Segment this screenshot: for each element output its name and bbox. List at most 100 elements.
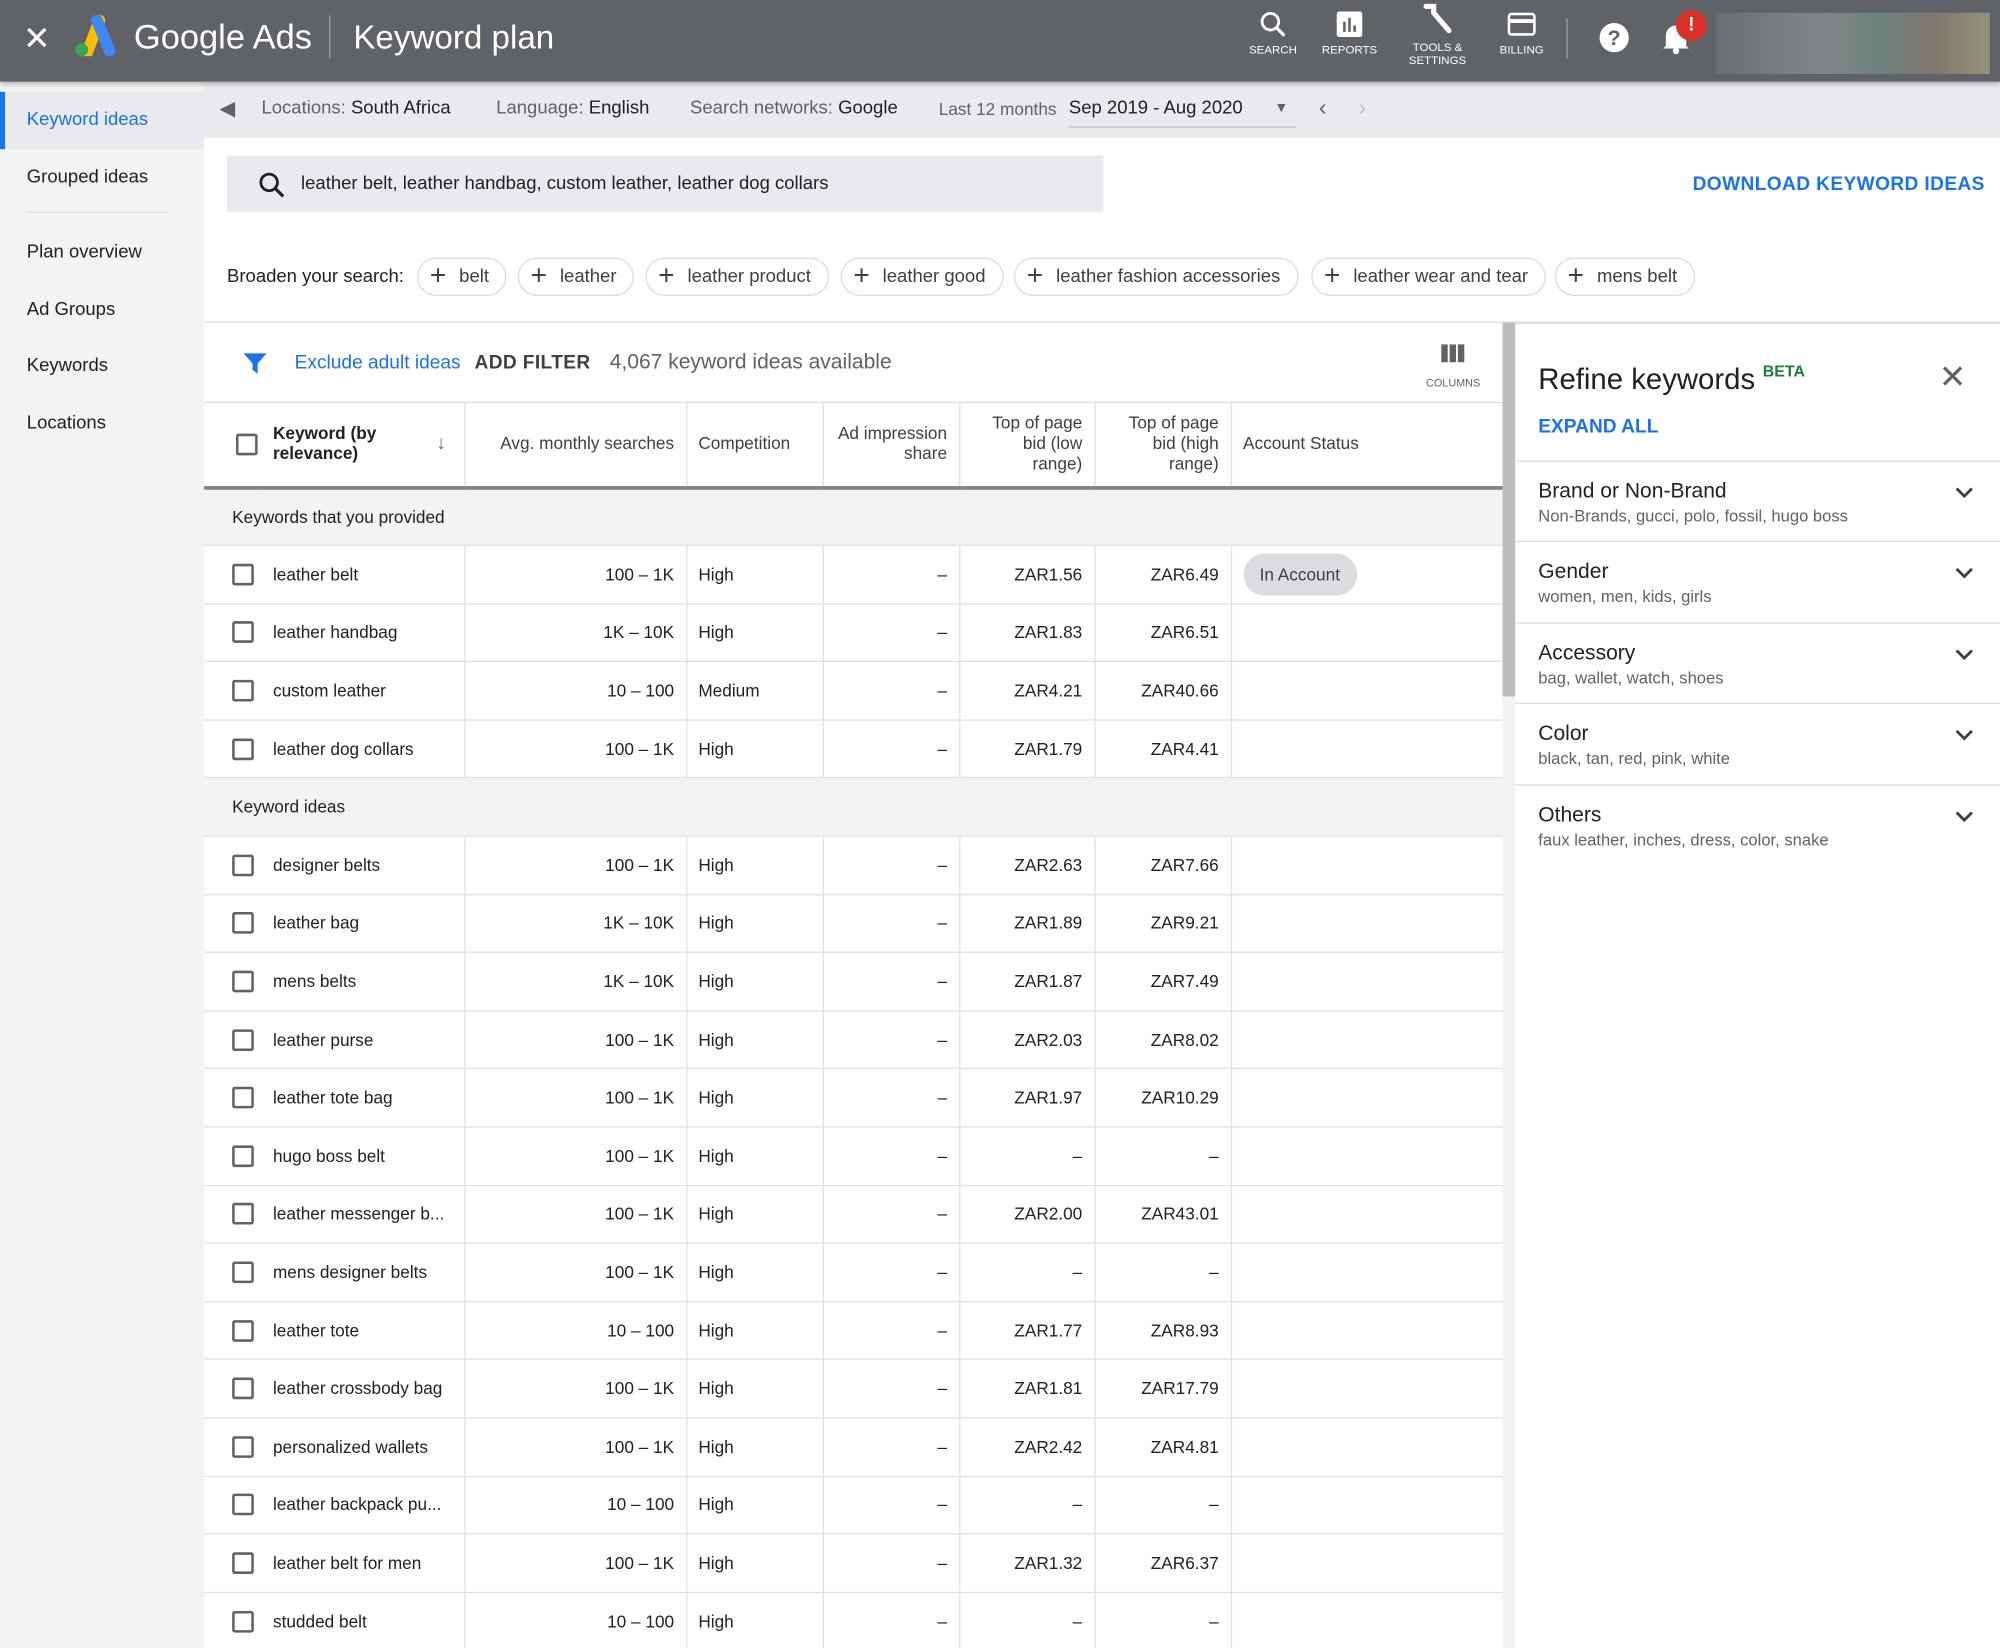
billing-button[interactable]: BILLING (1477, 10, 1566, 56)
column-header-top-bid-high[interactable]: Top of page bid (high range) (1094, 403, 1232, 490)
sidebar-item-locations[interactable]: Locations (0, 395, 204, 452)
chevron-down-icon[interactable] (1954, 808, 1974, 823)
table-row[interactable]: leather belt 100 – 1K High – ZAR1.56 ZAR6.49 I… (204, 545, 1503, 605)
refine-section[interactable]: Brand or Non-Brand Non-Brands, gucci, pol… (1515, 460, 2000, 541)
sort-descending-icon[interactable]: ↓ (436, 433, 446, 454)
table-row[interactable]: leather tote bag 100 – 1K High – ZAR1.97 ZAR1… (204, 1068, 1503, 1128)
row-checkbox[interactable] (204, 719, 262, 779)
chevron-down-icon[interactable] (1954, 485, 1974, 500)
table-row[interactable]: mens belts 1K – 10K High – ZAR1.87 ZAR7.49 (204, 952, 1503, 1012)
expand-all-button[interactable]: EXPAND ALL (1538, 416, 1658, 438)
table-row[interactable]: leather bag 1K – 10K High – ZAR1.89 ZAR9.21 (204, 894, 1503, 954)
previous-period-icon[interactable]: ‹ (1319, 94, 1327, 121)
table-row[interactable]: designer belts 100 – 1K High – ZAR2.63 ZAR7.6… (204, 836, 1503, 895)
broaden-chip[interactable]: leather wear and tear (1311, 257, 1546, 296)
row-checkbox[interactable] (204, 1126, 262, 1186)
table-row[interactable]: leather crossbody bag 100 – 1K High – ZAR1.8… (204, 1359, 1503, 1419)
row-checkbox[interactable] (204, 952, 262, 1012)
table-row[interactable]: leather dog collars 100 – 1K High – ZAR1.79 Z… (204, 719, 1503, 779)
column-header-competition[interactable]: Competition (686, 403, 824, 490)
columns-button[interactable]: COLUMNS (1426, 343, 1480, 389)
row-checkbox[interactable] (204, 1243, 262, 1303)
row-checkbox[interactable] (204, 603, 262, 663)
chevron-down-icon[interactable] (1954, 566, 1974, 581)
refine-section[interactable]: Others faux leather, inches, dress, color… (1515, 783, 2000, 865)
chevron-down-icon[interactable] (1954, 646, 1974, 661)
collapse-sidebar-icon[interactable]: ◀ (219, 96, 235, 122)
row-checkbox[interactable] (204, 545, 262, 605)
column-header-account-status[interactable]: Account Status (1230, 403, 1503, 490)
avg-monthly-searches-cell: 100 – 1K (464, 1068, 687, 1128)
exclude-adult-ideas-filter[interactable]: Exclude adult ideas (295, 352, 461, 374)
scrollbar-thumb[interactable] (1502, 322, 1516, 697)
table-row[interactable]: personalized wallets 100 – 1K High – ZAR2.42… (204, 1417, 1503, 1477)
filter-funnel-icon[interactable] (242, 351, 268, 377)
broaden-chip[interactable]: leather fashion accessories (1014, 257, 1299, 296)
column-header-ad-impression-share[interactable]: Ad impression share (822, 403, 960, 490)
broaden-chip[interactable]: belt (417, 257, 507, 296)
table-row[interactable]: leather tote 10 – 100 High – ZAR1.77 ZAR8.93 (204, 1301, 1503, 1361)
table-row[interactable]: leather messenger b... 100 – 1K High – ZAR2.… (204, 1185, 1503, 1244)
select-all-checkbox[interactable] (204, 403, 262, 490)
top-bid-low-cell: ZAR1.81 (959, 1359, 1096, 1419)
refine-section[interactable]: Accessory bag, wallet, watch, shoes (1515, 622, 2000, 703)
chevron-down-icon[interactable] (1954, 727, 1974, 742)
sidebar-item-keywords[interactable]: Keywords (0, 338, 204, 395)
table-row[interactable]: hugo boss belt 100 – 1K High – – – (204, 1126, 1503, 1186)
row-checkbox[interactable] (204, 1592, 262, 1648)
broaden-chip[interactable]: leather (517, 257, 635, 296)
row-checkbox[interactable] (204, 1475, 262, 1535)
help-icon[interactable]: ? (1598, 22, 1630, 54)
reports-button[interactable]: REPORTS (1305, 10, 1394, 56)
networks-filter[interactable]: Search networks: Google (690, 98, 898, 118)
next-period-icon[interactable]: › (1358, 94, 1366, 121)
search-icon (1260, 11, 1286, 37)
close-icon[interactable]: ✕ (23, 20, 51, 56)
row-checkbox[interactable] (204, 1010, 262, 1070)
keyword-cell: leather belt (261, 545, 465, 605)
table-scrollbar[interactable] (1502, 322, 1516, 1648)
keyword-cell: leather bag (261, 894, 465, 954)
competition-cell: High (686, 1010, 824, 1070)
close-icon[interactable]: ✕ (1939, 357, 1967, 397)
refine-section[interactable]: Color black, tan, red, pink, white (1515, 703, 2000, 784)
refine-section[interactable]: Gender women, men, kids, girls (1515, 541, 2000, 622)
keyword-search-input[interactable]: leather belt, leather handbag, custom le… (227, 155, 1104, 212)
table-row[interactable]: leather belt for men 100 – 1K High – ZAR1.32… (204, 1534, 1503, 1593)
broaden-chip[interactable]: leather product (645, 257, 829, 296)
competition-cell: High (686, 1301, 824, 1361)
add-filter-button[interactable]: ADD FILTER (474, 352, 590, 374)
row-checkbox[interactable] (204, 1185, 262, 1244)
sidebar-item-ad-groups[interactable]: Ad Groups (0, 281, 204, 338)
sidebar-item-plan-overview[interactable]: Plan overview (0, 224, 204, 281)
account-avatar-blurred[interactable] (1715, 12, 1990, 74)
row-checkbox[interactable] (204, 1534, 262, 1593)
broaden-chip[interactable]: mens belt (1554, 257, 1695, 296)
broaden-chip[interactable]: leather good (840, 257, 1004, 296)
row-checkbox[interactable] (204, 1417, 262, 1477)
row-checkbox[interactable] (204, 1359, 262, 1419)
row-checkbox[interactable] (204, 836, 262, 895)
ad-impression-share-cell: – (822, 894, 960, 954)
language-filter[interactable]: Language: English (496, 98, 649, 118)
table-row[interactable]: leather purse 100 – 1K High – ZAR2.03 ZAR8.02 (204, 1010, 1503, 1070)
row-checkbox[interactable] (204, 1301, 262, 1361)
table-row[interactable]: leather handbag 1K – 10K High – ZAR1.83 ZAR6.… (204, 603, 1503, 663)
download-keyword-ideas-button[interactable]: DOWNLOAD KEYWORD IDEAS (1693, 173, 1985, 195)
tools-settings-button[interactable]: TOOLS & SETTINGS (1393, 3, 1482, 66)
row-checkbox[interactable] (204, 1068, 262, 1128)
locations-filter[interactable]: Locations: South Africa (261, 98, 450, 118)
date-range-select[interactable]: Sep 2019 - Aug 2020 ▼ (1068, 98, 1296, 128)
row-checkbox[interactable] (204, 661, 262, 721)
column-header-top-bid-low[interactable]: Top of page bid (low range) (959, 403, 1096, 490)
column-header-keyword[interactable]: Keyword (by relevance) ↓ (261, 403, 465, 490)
table-row[interactable]: leather backpack pu... 10 – 100 High – – – (204, 1475, 1503, 1535)
table-row[interactable]: mens designer belts 100 – 1K High – – – (204, 1243, 1503, 1303)
sidebar-item-keyword-ideas[interactable]: Keyword ideas (0, 91, 205, 149)
table-row[interactable]: custom leather 10 – 100 Medium – ZAR4.21 ZAR4… (204, 661, 1503, 721)
top-bid-low-cell: ZAR2.42 (959, 1417, 1096, 1477)
row-checkbox[interactable] (204, 894, 262, 954)
sidebar-item-grouped-ideas[interactable]: Grouped ideas (0, 149, 204, 206)
column-header-avg-monthly-searches[interactable]: Avg. monthly searches (464, 403, 687, 490)
table-row[interactable]: studded belt 10 – 100 High – – – (204, 1592, 1503, 1648)
